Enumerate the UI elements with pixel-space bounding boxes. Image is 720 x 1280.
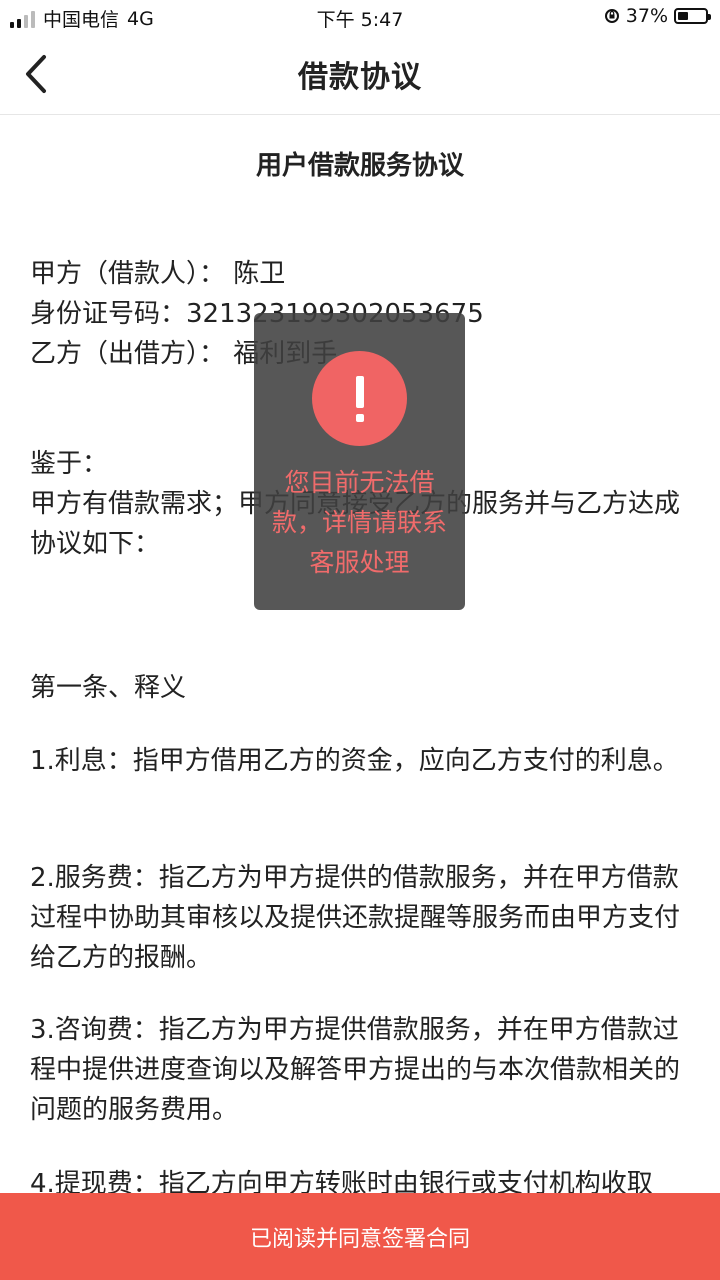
clause-3: 3.咨询费：指乙方为甲方提供借款服务，并在甲方借款过程中提供进度查询以及解答甲方… <box>30 1015 681 1125</box>
nav-bar: 借款协议 <box>0 34 720 115</box>
battery-icon <box>674 8 711 24</box>
sign-contract-button[interactable]: 已阅读并同意签署合同 <box>0 1193 720 1280</box>
exclamation-icon <box>312 351 407 446</box>
status-bar: 中国电信 4G 下午 5:47 37% <box>0 0 720 34</box>
status-right: 37% <box>604 5 711 27</box>
clause-2: 2.服务费：指乙方为甲方提供的借款服务，并在甲方借款过程中协助其审核以及提供还款… <box>30 863 681 973</box>
party-a-line: 甲方（借款人）： 陈卫 <box>30 259 286 289</box>
document-title: 用户借款服务协议 <box>255 151 464 181</box>
clause-4: 4.提现费：指乙方向甲方转账时由银行或支付机构收取 <box>30 1169 653 1193</box>
exclamation-glyph <box>355 375 364 422</box>
clause-1: 1.利息：指甲方借用乙方的资金，应向乙方支付的利息。 <box>30 746 679 776</box>
agreement-content[interactable]: 用户借款服务协议 甲方（借款人）： 陈卫 身份证号码：3213231993020… <box>0 115 720 1193</box>
toast-message: 您目前无法借款，详情请联系客服处理 <box>271 468 447 577</box>
battery-percent: 37% <box>625 5 668 27</box>
article-1-title: 第一条、释义 <box>30 673 187 703</box>
rotation-lock-icon <box>604 9 619 23</box>
error-toast: 您目前无法借款，详情请联系客服处理 <box>254 313 465 610</box>
page-title: 借款协议 <box>298 60 422 95</box>
